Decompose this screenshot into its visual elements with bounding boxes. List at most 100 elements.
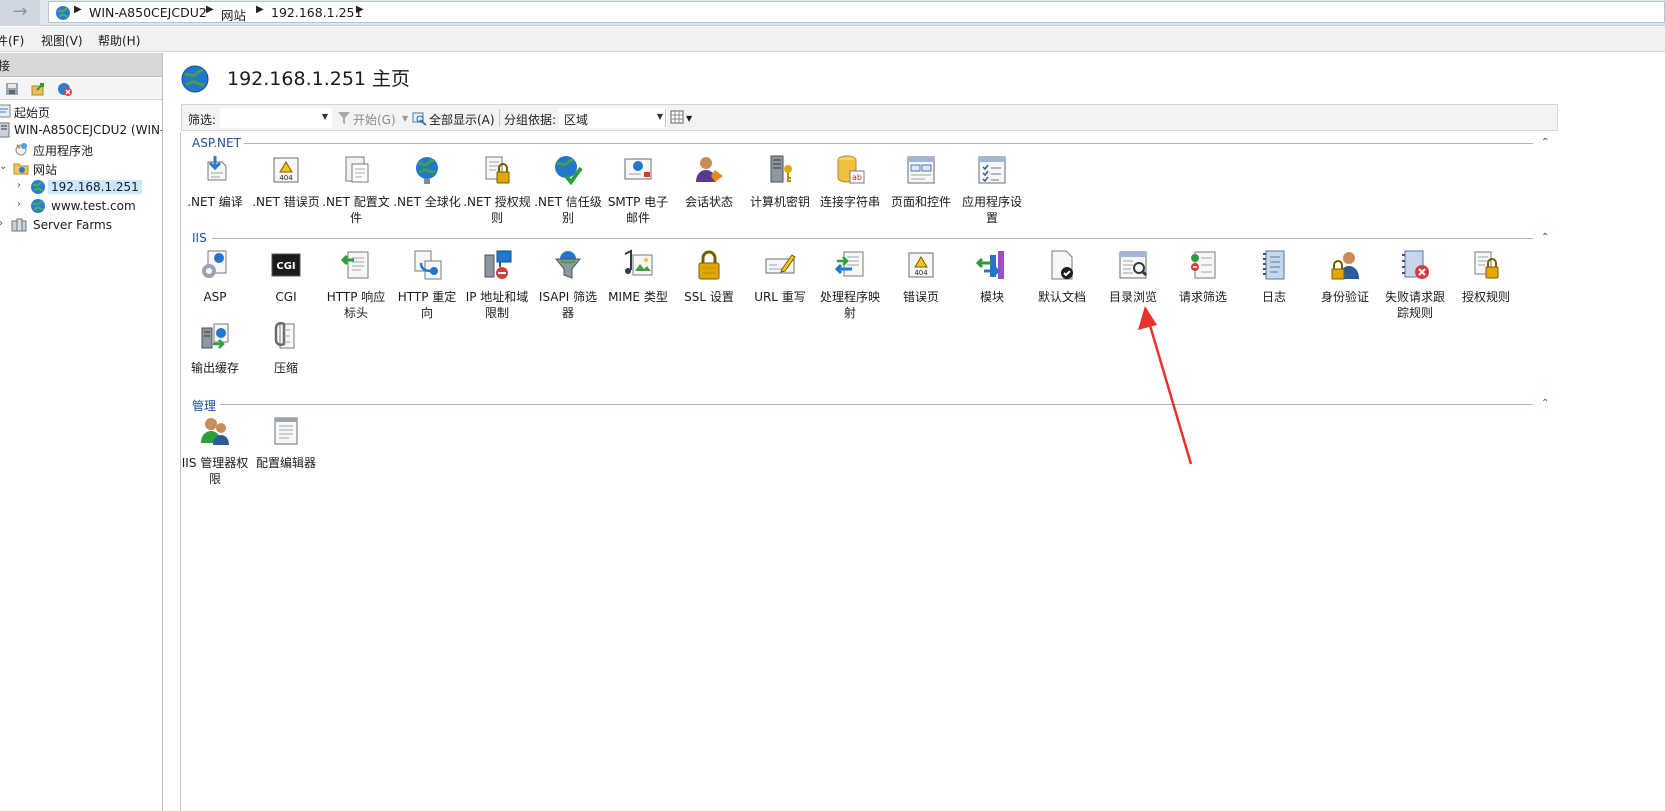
net-compile-icon: [207, 156, 227, 181]
tree-item-label: Server Farms: [33, 218, 112, 232]
tree-item-server[interactable]: WIN-A850CEJCDU2 (WIN-A: [0, 121, 163, 140]
start-filter-button[interactable]: 开始(G): [353, 111, 396, 128]
default-document-icon: [1051, 250, 1073, 280]
feature-authentication[interactable]: 身份验证: [1310, 249, 1380, 305]
feature-net-authorization[interactable]: .NET 授权规则: [462, 154, 532, 226]
filter-input[interactable]: ▼: [220, 108, 332, 128]
isapi-filters-icon: [554, 251, 582, 279]
ip-domain-restrictions-icon: [484, 250, 512, 279]
feature-handler-mappings[interactable]: 处理程序映射: [815, 249, 885, 321]
url-rewrite-icon: [765, 254, 796, 274]
feature-request-filtering[interactable]: 请求筛选: [1168, 249, 1238, 305]
net-trust-level-icon: [555, 156, 583, 186]
feature-isapi-filters[interactable]: ISAPI 筛选器: [533, 249, 603, 321]
feature-pages-controls[interactable]: 页面和控件: [886, 154, 956, 210]
breadcrumb-separator[interactable]: ▶: [206, 4, 214, 15]
sites-folder-icon: [13, 163, 29, 175]
feature-app-settings[interactable]: 应用程序设置: [957, 154, 1027, 226]
group-header-iis[interactable]: IIS: [192, 231, 207, 245]
feature-net-globalization[interactable]: .NET 全球化: [392, 154, 462, 210]
compression-icon: [274, 321, 295, 349]
mime-types-icon: [624, 249, 653, 276]
tree-item-app-pools[interactable]: 应用程序池: [0, 140, 162, 159]
tree-item-sites[interactable]: ⌄ 网站: [0, 159, 162, 178]
menu-view[interactable]: 视图(V): [41, 32, 83, 49]
svg-text:404: 404: [279, 174, 293, 182]
feature-logging[interactable]: 日志: [1239, 249, 1309, 305]
breadcrumb-separator[interactable]: ▶: [356, 4, 364, 15]
group-divider: [220, 404, 1533, 405]
group-by-select[interactable]: 区域 ▼: [559, 108, 667, 128]
connect-icon[interactable]: [30, 81, 46, 97]
address-bar: → ▶ WIN-A850CEJCDU2 ▶ 网站 ▶ 192.168.1.251…: [0, 0, 1665, 26]
address-field[interactable]: ▶ WIN-A850CEJCDU2 ▶ 网站 ▶ 192.168.1.251 ▶: [48, 1, 1665, 23]
globe-icon: [31, 199, 45, 213]
collapse-group-icon[interactable]: ⌃: [1541, 232, 1549, 243]
dropdown-arrow-icon[interactable]: ▼: [402, 114, 408, 123]
feature-smtp-email[interactable]: SMTP 电子邮件: [603, 154, 673, 226]
save-icon[interactable]: [4, 81, 20, 97]
annotation-arrow: [1138, 306, 1193, 465]
expand-arrow-icon[interactable]: ›: [17, 199, 21, 210]
request-filtering-icon: [1191, 251, 1216, 279]
breadcrumb-server[interactable]: WIN-A850CEJCDU2: [89, 5, 207, 20]
feature-ssl-settings[interactable]: SSL 设置: [674, 249, 744, 305]
net-globalization-icon: [416, 157, 438, 184]
tree-item-label: 网站: [33, 163, 58, 177]
back-button[interactable]: →: [0, 0, 40, 26]
feature-net-error-pages[interactable]: 404 .NET 错误页: [251, 154, 321, 210]
tree-item-label: WIN-A850CEJCDU2 (WIN-A: [14, 123, 163, 137]
collapse-group-icon[interactable]: ⌃: [1541, 398, 1549, 409]
group-header-aspnet[interactable]: ASP.NET: [192, 136, 241, 150]
disconnect-icon[interactable]: [57, 81, 73, 97]
feature-net-profile[interactable]: .NET 配置文件: [321, 154, 391, 226]
feature-net-compilation[interactable]: .NET 编译: [180, 154, 250, 210]
feature-configuration-editor[interactable]: 配置编辑器: [251, 415, 321, 471]
feature-failed-request-tracing[interactable]: 失败请求跟踪规则: [1380, 249, 1450, 321]
feature-session-state[interactable]: 会话状态: [674, 154, 744, 210]
filter-bar: 筛选: ▼ 开始(G) ▼ 全部显示(A) 分组依据: 区域 ▼ ▼: [181, 104, 1558, 131]
error-pages-icon: 404: [908, 252, 934, 278]
feature-mime-types[interactable]: MIME 类型: [603, 249, 673, 305]
feature-http-response-headers[interactable]: HTTP 响应标头: [321, 249, 391, 321]
server-icon: [0, 122, 10, 138]
menu-file[interactable]: 件(F): [0, 32, 24, 49]
tree-item-site-192-168-1-251[interactable]: › 192.168.1.251: [0, 178, 162, 197]
connections-toolbar: [0, 78, 162, 100]
breadcrumb-sites[interactable]: 网站: [221, 5, 246, 24]
feature-machine-key[interactable]: 计算机密钥: [745, 154, 815, 210]
breadcrumb-site[interactable]: 192.168.1.251: [271, 5, 362, 20]
dropdown-arrow-icon[interactable]: ▼: [686, 114, 692, 123]
feature-compression[interactable]: 压缩: [251, 320, 321, 376]
feature-net-trust-levels[interactable]: .NET 信任级别: [533, 154, 603, 226]
feature-asp[interactable]: ASP: [180, 249, 250, 305]
feature-default-document[interactable]: 默认文档: [1027, 249, 1097, 305]
group-header-management[interactable]: 管理: [192, 397, 216, 414]
feature-http-redirect[interactable]: HTTP 重定向: [392, 249, 462, 321]
breadcrumb-separator[interactable]: ▶: [256, 4, 264, 15]
tree-item-server-farms[interactable]: › Server Farms: [0, 216, 162, 235]
collapse-group-icon[interactable]: ⌃: [1541, 137, 1549, 148]
toolbar-divider: [665, 109, 666, 127]
expand-arrow-icon[interactable]: ›: [17, 180, 21, 191]
menu-help[interactable]: 帮助(H): [98, 32, 140, 49]
feature-output-caching[interactable]: 输出缓存: [180, 320, 250, 376]
feature-iis-manager-permissions[interactable]: IIS 管理器权限: [180, 415, 250, 487]
breadcrumb-separator[interactable]: ▶: [74, 4, 82, 15]
feature-error-pages[interactable]: 404 错误页: [886, 249, 956, 305]
feature-ip-domain-restrictions[interactable]: IP 地址和域限制: [462, 249, 532, 321]
feature-authorization-rules[interactable]: 授权规则: [1451, 249, 1521, 305]
dropdown-arrow-icon: ▼: [321, 112, 328, 121]
feature-directory-browsing[interactable]: 目录浏览: [1098, 249, 1168, 305]
view-mode-icon[interactable]: [670, 110, 684, 124]
feature-modules[interactable]: 模块: [957, 249, 1027, 305]
toolbar-divider: [499, 109, 500, 127]
collapse-arrow-icon[interactable]: ⌄: [0, 161, 7, 172]
feature-cgi[interactable]: CGI CGI: [251, 249, 321, 305]
feature-url-rewrite[interactable]: URL 重写: [745, 249, 815, 305]
feature-connection-strings[interactable]: ab 连接字符串: [815, 154, 885, 210]
tree-item-site-www-test-com[interactable]: › www.test.com: [0, 197, 162, 216]
expand-arrow-icon[interactable]: ›: [0, 218, 3, 229]
show-all-button[interactable]: 全部显示(A): [429, 111, 495, 128]
tree-item-start-page[interactable]: 起始页: [0, 102, 162, 121]
